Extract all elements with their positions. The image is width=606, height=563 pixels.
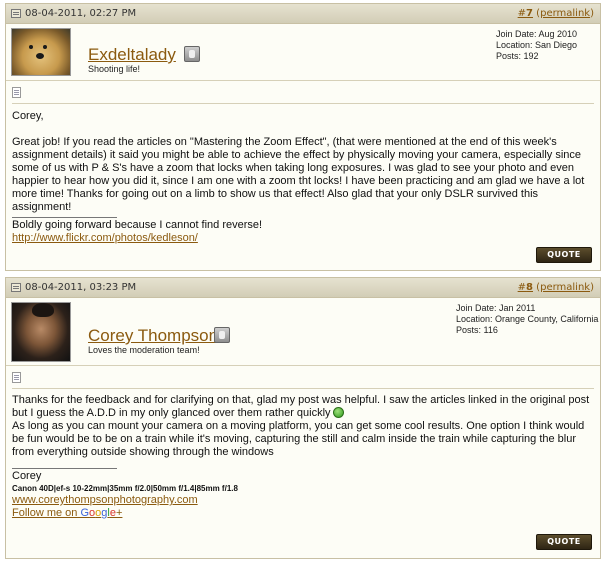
- user-offline-icon: [184, 46, 200, 62]
- divider: [12, 103, 594, 104]
- user-title: Shooting life!: [88, 64, 141, 74]
- follow-line: Follow me on Google+: [12, 507, 595, 520]
- forum-post: 08-04-2011, 02:27 PM #7 (permalink) Exde…: [5, 3, 601, 271]
- avatar[interactable]: [11, 28, 71, 76]
- smiley-icon: [332, 407, 344, 418]
- username-link[interactable]: Exdeltalady: [88, 45, 176, 65]
- post-date: 08-04-2011, 03:23 PM: [25, 282, 137, 293]
- divider: [12, 388, 594, 389]
- user-details: Join Date: Jan 2011 Location: Orange Cou…: [456, 303, 598, 336]
- user-location: Location: San Diego: [496, 40, 578, 50]
- post-document-icon: [12, 372, 21, 383]
- signature: Corey Canon 40D|ef-s 10-22mm|35mm f/2.0|…: [12, 470, 595, 520]
- avatar[interactable]: [11, 302, 71, 362]
- message-greeting: Corey,: [12, 110, 44, 122]
- user-location: Location: Orange County, California: [456, 314, 599, 324]
- user-info-area: Exdeltalady Shooting life! Join Date: Au…: [6, 24, 600, 81]
- post-document-icon: [12, 87, 21, 98]
- post-count: Posts: 192: [496, 51, 539, 61]
- post-header: 08-04-2011, 02:27 PM #7 (permalink): [6, 4, 600, 24]
- post-icon: [11, 283, 21, 292]
- post-count: Posts: 116: [456, 325, 498, 335]
- user-details: Join Date: Aug 2010 Location: San Diego …: [496, 29, 577, 62]
- message-text: Great job! If you read the articles on "…: [12, 136, 585, 213]
- post-message: Corey, Great job! If you read the articl…: [12, 110, 595, 245]
- username-link[interactable]: Corey Thompson: [88, 326, 218, 346]
- signature-divider: [12, 217, 117, 218]
- user-offline-icon: [214, 327, 230, 343]
- signature-name: Corey: [12, 470, 42, 482]
- permalink-link[interactable]: permalink: [540, 282, 590, 293]
- post-number: #8 (permalink): [517, 282, 594, 293]
- signature-website-link[interactable]: www.coreythompsonphotography.com: [12, 494, 198, 506]
- signature-line: Boldly going forward because I cannot fi…: [12, 219, 263, 231]
- quote-button[interactable]: QUOTE: [536, 534, 592, 550]
- post-number-link[interactable]: #7: [518, 8, 533, 19]
- signature-gear: Canon 40D|ef-s 10-22mm|35mm f/2.0|50mm f…: [12, 484, 238, 493]
- signature-link[interactable]: http://www.flickr.com/photos/kedleson/: [12, 232, 198, 244]
- signature: Boldly going forward because I cannot fi…: [12, 219, 595, 245]
- google-plus-link[interactable]: Follow me on Google+: [12, 507, 122, 519]
- signature-divider: [12, 468, 117, 469]
- post-number: #7 (permalink): [517, 8, 594, 19]
- permalink-link[interactable]: permalink: [540, 8, 590, 19]
- user-info-area: Corey Thompson Loves the moderation team…: [6, 298, 600, 366]
- post-message: Thanks for the feedback and for clarifyi…: [12, 394, 595, 520]
- post-date: 08-04-2011, 02:27 PM: [25, 8, 137, 19]
- user-title: Loves the moderation team!: [88, 345, 200, 355]
- message-paragraph: As long as you can mount your camera on …: [12, 420, 585, 458]
- post-number-link[interactable]: #8: [518, 282, 533, 293]
- post-header: 08-04-2011, 03:23 PM #8 (permalink): [6, 278, 600, 298]
- forum-post: 08-04-2011, 03:23 PM #8 (permalink) Core…: [5, 277, 601, 559]
- quote-button[interactable]: QUOTE: [536, 247, 592, 263]
- message-paragraph: Thanks for the feedback and for clarifyi…: [12, 394, 590, 419]
- join-date: Join Date: Jan 2011: [456, 303, 536, 313]
- join-date: Join Date: Aug 2010: [496, 29, 578, 39]
- post-icon: [11, 9, 21, 18]
